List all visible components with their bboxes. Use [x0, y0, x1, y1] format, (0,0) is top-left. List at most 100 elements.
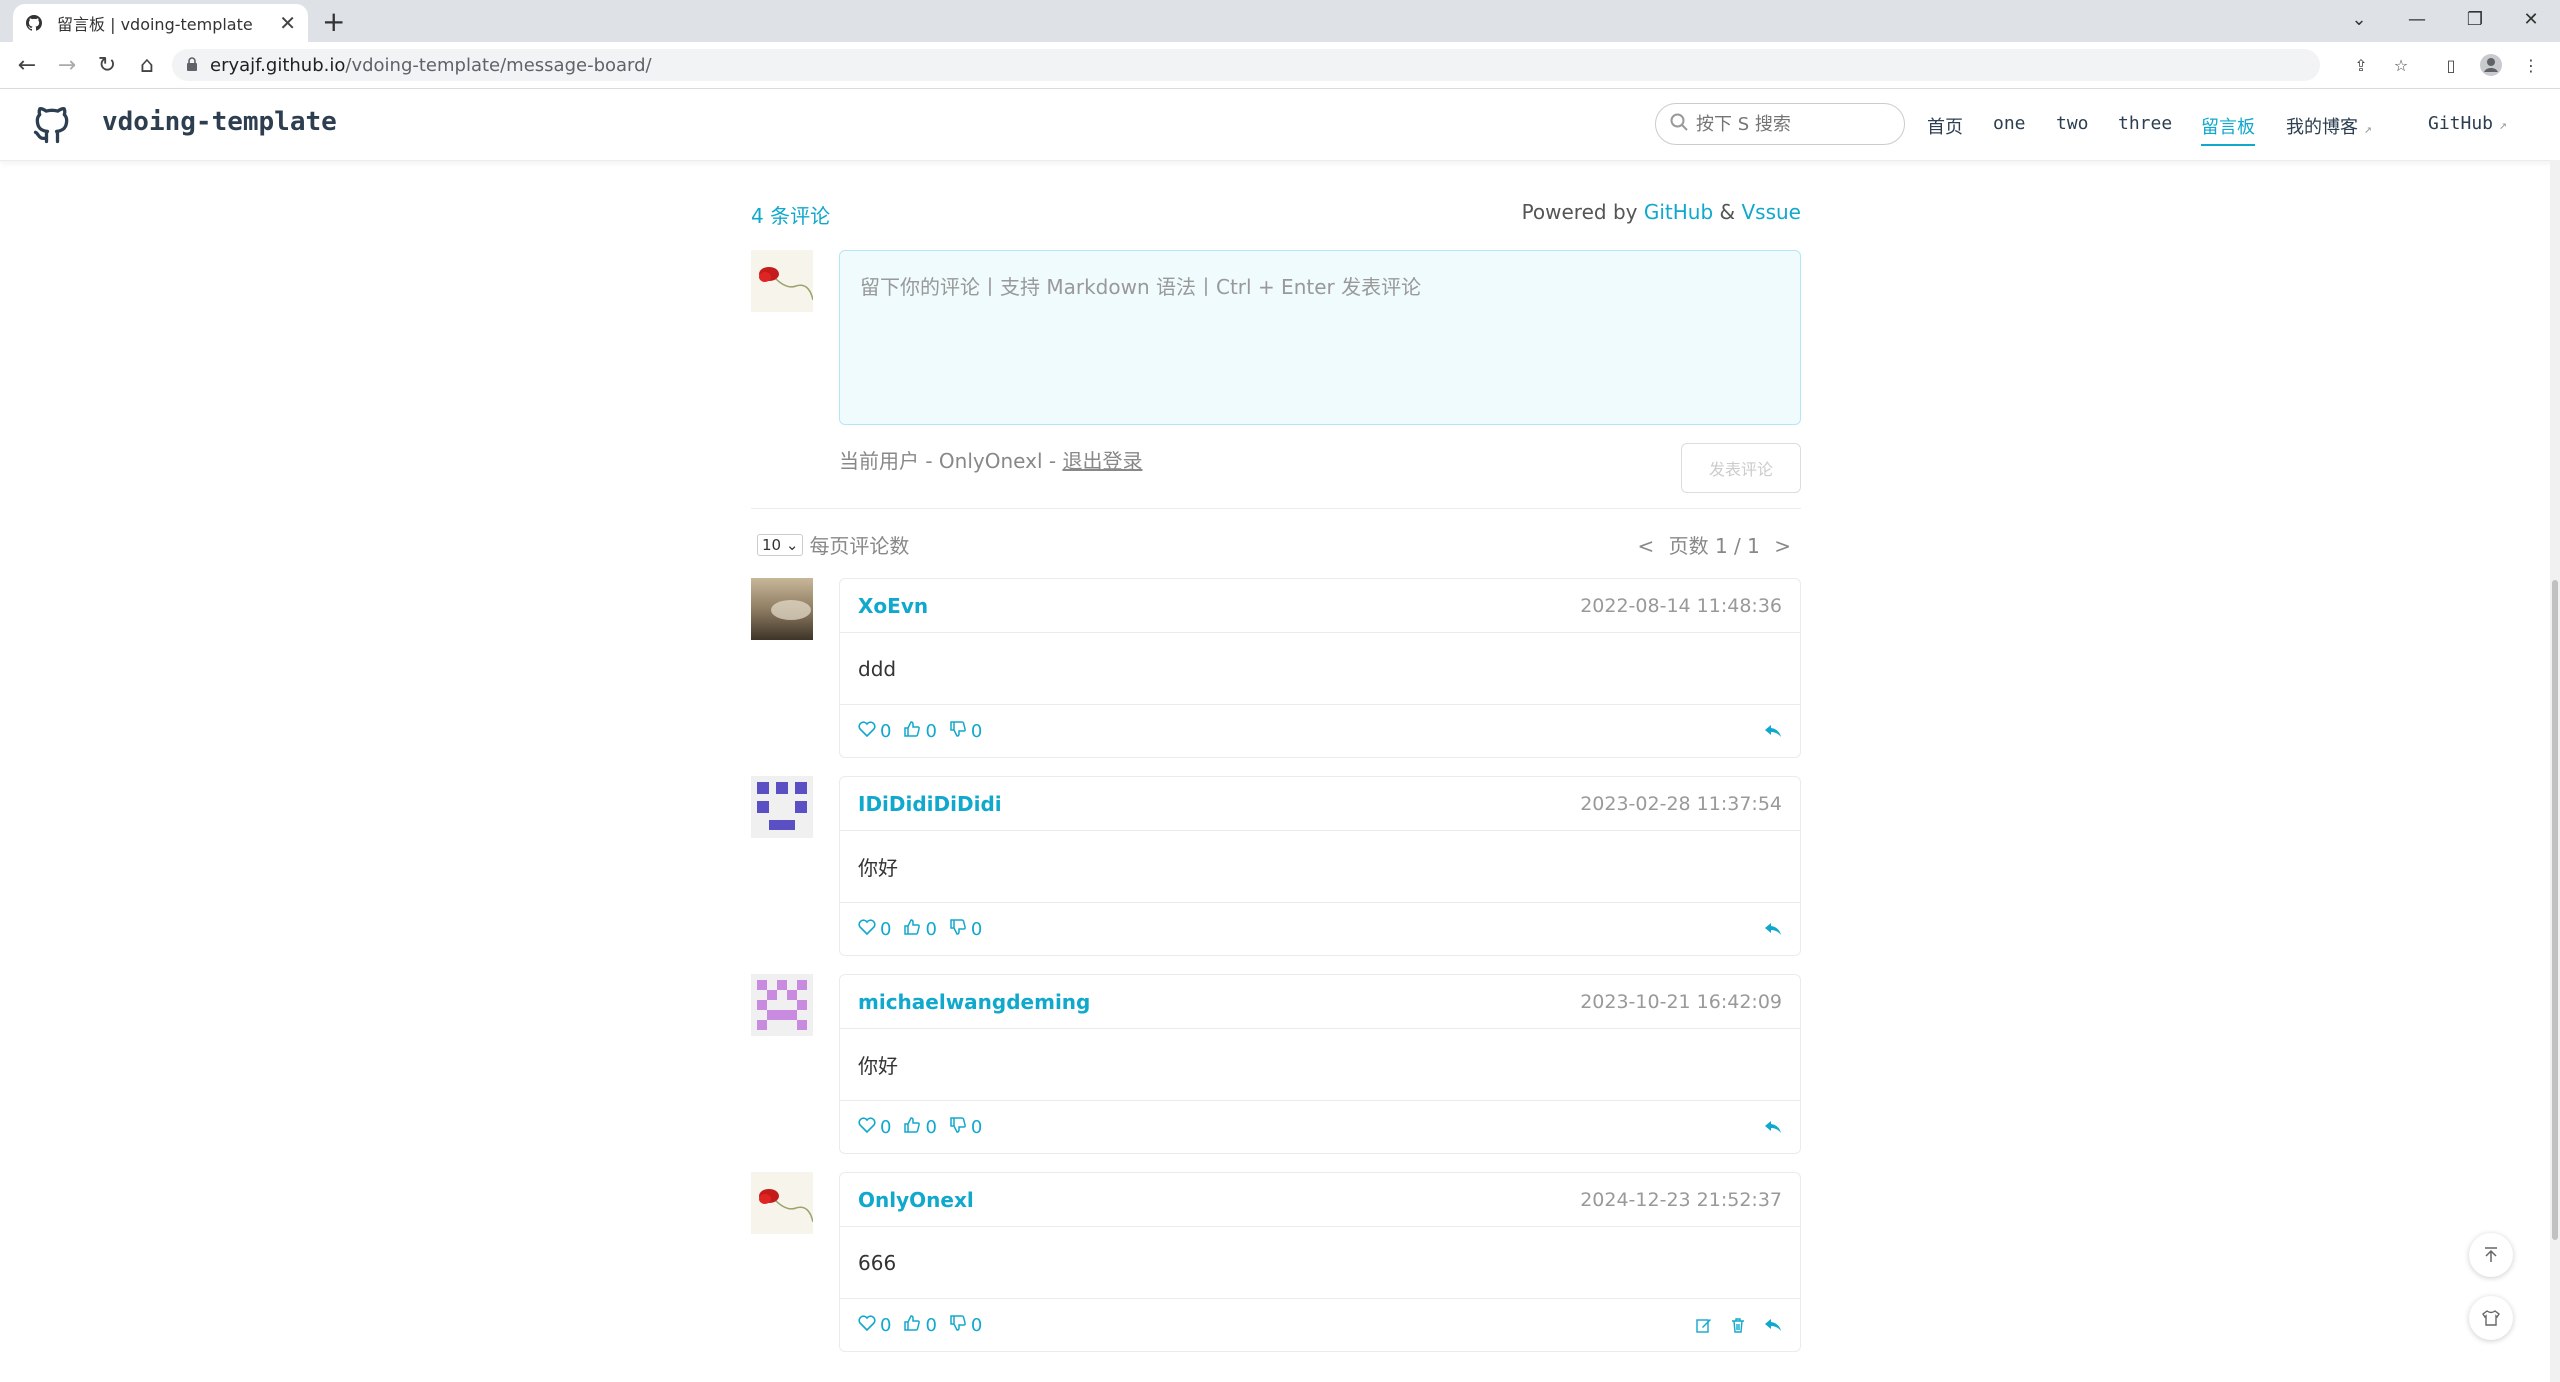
reply-icon[interactable] — [1764, 1120, 1782, 1134]
comment-reactions: 0 0 0 — [858, 1117, 994, 1138]
site-title[interactable]: vdoing-template — [102, 107, 337, 137]
tab-search-icon[interactable]: ⌄ — [2330, 0, 2388, 38]
comment-actions — [1746, 724, 1782, 738]
heart-reaction[interactable]: 0 — [858, 1117, 891, 1138]
theme-toggle-icon[interactable] — [2469, 1296, 2513, 1340]
thumbs-down-icon — [949, 918, 971, 940]
nav-link-one[interactable]: one — [1993, 113, 2026, 134]
pager-next[interactable]: > — [1774, 534, 1791, 558]
nav-link-message-board[interactable]: 留言板 — [2201, 113, 2255, 146]
search-input[interactable] — [1696, 113, 1886, 135]
dislike-reaction[interactable]: 0 — [949, 1315, 982, 1336]
per-page-control: 10 ⌄ 每页评论数 — [757, 530, 909, 559]
dislike-reaction[interactable]: 0 — [949, 919, 982, 940]
comment-avatar[interactable] — [751, 578, 813, 640]
heart-count: 0 — [880, 720, 892, 742]
comment-box: OnlyOnexl 2024-12-23 21:52:37 666 0 0 0 — [839, 1172, 1801, 1352]
logout-link[interactable]: 退出登录 — [1062, 449, 1142, 473]
comment-author[interactable]: IDiDidiDiDidi — [858, 792, 1002, 816]
comment-author[interactable]: michaelwangdeming — [858, 990, 1090, 1014]
thumbs-up-icon — [903, 1314, 925, 1336]
nav-link-github[interactable]: GitHub ↗ — [2428, 113, 2507, 134]
comment-actions — [1678, 1317, 1782, 1333]
reply-icon[interactable] — [1764, 1318, 1782, 1332]
comment-actions — [1746, 1120, 1782, 1134]
powered-by-amp: & — [1719, 200, 1736, 224]
powered-github-link[interactable]: GitHub — [1644, 200, 1713, 224]
reload-icon[interactable]: ↻ — [90, 48, 124, 82]
reply-icon[interactable] — [1764, 922, 1782, 936]
github-logo-icon[interactable] — [30, 103, 74, 147]
like-reaction[interactable]: 0 — [903, 721, 937, 742]
comment-reactions: 0 0 0 — [858, 1315, 994, 1336]
dislike-reaction[interactable]: 0 — [949, 721, 982, 742]
comment-count[interactable]: 4 条评论 — [751, 200, 830, 229]
external-link-icon: ↗ — [2364, 122, 2372, 137]
browser-tabbar: 留言板 | vdoing-template ✕ + ⌄ — ❐ ✕ — [0, 0, 2560, 42]
browser-tab[interactable]: 留言板 | vdoing-template ✕ — [13, 4, 308, 42]
forward-icon[interactable]: → — [50, 48, 84, 82]
address-bar[interactable]: eryajf.github.io/vdoing-template/message… — [172, 49, 2320, 81]
comment-footer: 0 0 0 — [840, 903, 1800, 955]
pager-text: 页数 1 / 1 — [1668, 534, 1760, 558]
back-to-top-icon[interactable] — [2469, 1233, 2513, 1277]
pager-prev[interactable]: < — [1637, 534, 1654, 558]
nav-link-two[interactable]: two — [2056, 113, 2089, 134]
like-count: 0 — [925, 1116, 937, 1138]
comment-avatar[interactable] — [751, 974, 813, 1036]
nav-link-blog[interactable]: 我的博客 ↗ — [2286, 113, 2372, 139]
like-reaction[interactable]: 0 — [903, 919, 937, 940]
new-tab-icon[interactable]: + — [322, 5, 345, 38]
comment-footer: 0 0 0 — [840, 1299, 1800, 1351]
back-icon[interactable]: ← — [10, 48, 44, 82]
reply-icon[interactable] — [1764, 724, 1782, 738]
nav-link-home[interactable]: 首页 — [1927, 113, 1963, 139]
comment-editor[interactable]: 留下你的评论丨支持 Markdown 语法丨Ctrl + Enter 发表评论 — [839, 250, 1801, 425]
like-reaction[interactable]: 0 — [903, 1314, 937, 1336]
heart-reaction[interactable]: 0 — [858, 919, 891, 940]
per-page-label: 每页评论数 — [809, 534, 910, 558]
heart-icon — [858, 918, 880, 940]
nav-link-three[interactable]: three — [2118, 113, 2172, 134]
thumbs-down-icon — [949, 720, 971, 742]
comment-avatar[interactable] — [751, 1172, 814, 1234]
window-close-icon[interactable]: ✕ — [2502, 0, 2560, 38]
powered-vssue-link[interactable]: Vssue — [1741, 200, 1801, 224]
like-count: 0 — [925, 1314, 937, 1336]
comment-author[interactable]: XoEvn — [858, 594, 928, 618]
comment-box: XoEvn 2022-08-14 11:48:36 ddd 0 0 0 — [839, 578, 1801, 758]
comment-author[interactable]: OnlyOnexl — [858, 1188, 974, 1212]
heart-reaction[interactable]: 0 — [858, 721, 891, 742]
side-panel-icon[interactable]: ▯ — [2434, 48, 2468, 82]
comment-item: michaelwangdeming 2023-10-21 16:42:09 你好… — [751, 974, 1801, 1154]
edit-icon[interactable] — [1696, 1317, 1712, 1333]
comment-item: XoEvn 2022-08-14 11:48:36 ddd 0 0 0 — [751, 578, 1801, 758]
comment-date: 2023-02-28 11:37:54 — [1580, 792, 1782, 815]
browser-toolbar: ← → ↻ ⌂ eryajf.github.io/vdoing-template… — [0, 42, 2560, 89]
delete-icon[interactable] — [1730, 1317, 1746, 1333]
per-page-select[interactable]: 10 ⌄ — [757, 533, 804, 556]
restore-icon[interactable]: ❐ — [2446, 0, 2504, 38]
submit-comment-button[interactable]: 发表评论 — [1681, 443, 1801, 493]
heart-reaction[interactable]: 0 — [858, 1315, 891, 1336]
url-host: eryajf.github.io — [210, 54, 346, 76]
dislike-reaction[interactable]: 0 — [949, 1117, 982, 1138]
profile-icon[interactable] — [2474, 48, 2508, 82]
like-reaction[interactable]: 0 — [903, 1116, 937, 1138]
current-user-avatar[interactable] — [751, 250, 814, 312]
minimize-icon[interactable]: — — [2388, 0, 2446, 38]
comment-box: IDiDidiDiDidi 2023-02-28 11:37:54 你好 0 0… — [839, 776, 1801, 956]
tab-close-icon[interactable]: ✕ — [279, 11, 296, 35]
heart-count: 0 — [880, 1314, 892, 1336]
comment-item: IDiDidiDiDidi 2023-02-28 11:37:54 你好 0 0… — [751, 776, 1801, 956]
share-icon[interactable]: ⇪ — [2344, 48, 2378, 82]
menu-kebab-icon[interactable]: ⋮ — [2514, 48, 2548, 82]
comment-date: 2022-08-14 11:48:36 — [1580, 594, 1782, 617]
bookmark-star-icon[interactable]: ☆ — [2384, 48, 2418, 82]
comment-avatar[interactable] — [751, 776, 813, 838]
home-icon[interactable]: ⌂ — [130, 48, 164, 82]
nav-link-github-label: GitHub — [2428, 113, 2494, 134]
scrollbar-thumb[interactable] — [2552, 580, 2558, 1240]
search-box[interactable] — [1655, 103, 1905, 145]
comment-header: XoEvn 2022-08-14 11:48:36 — [840, 579, 1800, 633]
